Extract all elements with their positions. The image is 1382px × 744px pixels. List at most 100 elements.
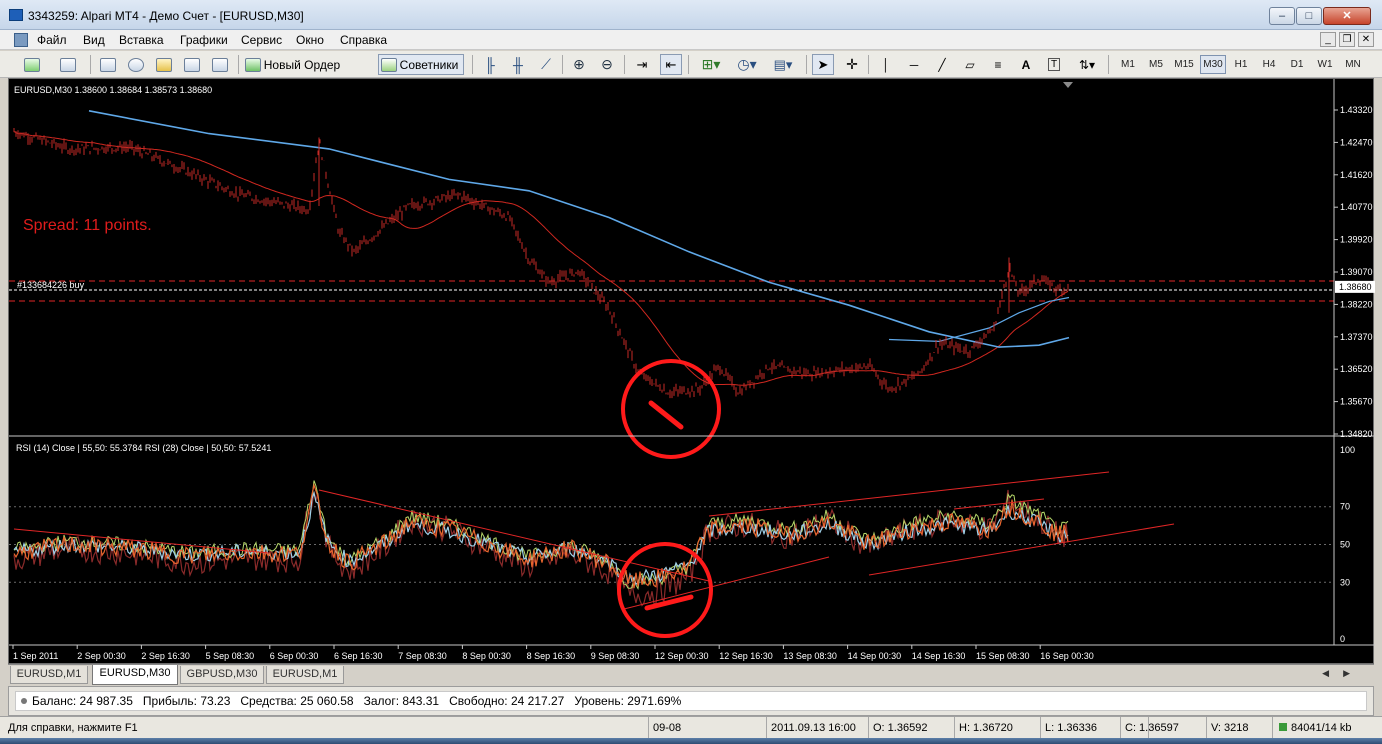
indicators-button[interactable]: ⊞▾ bbox=[696, 54, 726, 75]
tab-eurusd-m1[interactable]: EURUSD,M1 bbox=[10, 666, 88, 684]
experts-button[interactable]: Советники bbox=[378, 54, 464, 75]
maximize-button[interactable]: □ bbox=[1296, 7, 1322, 25]
mdi-restore-icon[interactable]: ❐ bbox=[1339, 32, 1355, 47]
zoom-in-button[interactable]: ⊕ bbox=[569, 54, 589, 75]
margin-level: Уровень: 2971.69% bbox=[574, 694, 682, 708]
status-volume: V: 3218 bbox=[1206, 717, 1270, 739]
text-label-button[interactable]: T bbox=[1044, 54, 1064, 75]
new-chart-button[interactable] bbox=[18, 54, 46, 75]
market-watch-icon bbox=[100, 57, 116, 72]
timeframe-w1[interactable]: W1 bbox=[1313, 55, 1337, 74]
auto-scroll-button[interactable]: ⇤ bbox=[660, 54, 682, 75]
status-close: C: 1.36597 bbox=[1120, 717, 1204, 739]
new-chart-icon bbox=[24, 57, 40, 72]
periods-button[interactable]: ◷▾ bbox=[732, 54, 762, 75]
fibonacci-button[interactable]: ≡ bbox=[988, 54, 1008, 75]
market-watch-button[interactable] bbox=[98, 54, 118, 75]
time-tick-label: 6 Sep 16:30 bbox=[334, 651, 383, 661]
new-order-label: Новый Ордер bbox=[263, 57, 341, 72]
new-order-button[interactable]: Новый Ордер bbox=[244, 54, 344, 75]
time-tick-label: 6 Sep 00:30 bbox=[270, 651, 319, 661]
templates-icon: ▤▾ bbox=[773, 56, 793, 72]
arrows-button[interactable]: ⇅▾ bbox=[1072, 54, 1102, 75]
price-chart[interactable]: 1.43320 1.42470 1.41620 1.40770 1.39920 1.390… bbox=[9, 79, 1375, 665]
horizontal-line-button[interactable]: ─ bbox=[904, 54, 924, 75]
rsi-trendline bbox=[708, 471, 1110, 517]
chart-window[interactable]: 1.43320 1.42470 1.41620 1.40770 1.39920 1.390… bbox=[8, 78, 1375, 665]
timeframe-m30[interactable]: M30 bbox=[1200, 55, 1226, 74]
toolbar-separator bbox=[90, 55, 91, 74]
experts-label: Советники bbox=[399, 57, 459, 72]
price-tick-label: 1.38220 bbox=[1340, 299, 1373, 309]
tab-scroll-arrows-icon[interactable]: ◀▶ bbox=[1322, 668, 1364, 679]
app-icon bbox=[9, 9, 23, 21]
chart-shift-marker-icon[interactable] bbox=[1063, 82, 1073, 88]
timeframe-mn[interactable]: MN bbox=[1341, 55, 1365, 74]
tab-gbpusd-m30[interactable]: GBPUSD,M30 bbox=[180, 666, 264, 684]
text-icon: A bbox=[1021, 57, 1031, 72]
annotations bbox=[13, 359, 1175, 638]
trendline-button[interactable]: ╱ bbox=[932, 54, 952, 75]
candlestick-button[interactable]: ╫ bbox=[508, 54, 528, 75]
tab-eurusd-m1-2[interactable]: EURUSD,M1 bbox=[266, 666, 344, 684]
timeframe-h4[interactable]: H4 bbox=[1257, 55, 1281, 74]
templates-button[interactable]: ▤▾ bbox=[768, 54, 798, 75]
text-button[interactable]: A bbox=[1016, 54, 1036, 75]
chart-tabs: EURUSD,M1 EURUSD,M30 GBPUSD,M30 EURUSD,M… bbox=[8, 664, 1374, 685]
menu-help[interactable]: Справка bbox=[340, 33, 387, 47]
timeframe-h1[interactable]: H1 bbox=[1229, 55, 1253, 74]
strategy-tester-button[interactable] bbox=[210, 54, 230, 75]
rsi-tick-label: 50 bbox=[1340, 540, 1350, 550]
menu-view[interactable]: Вид bbox=[83, 33, 105, 47]
navigator-button[interactable] bbox=[154, 54, 174, 75]
divergence-marker-price bbox=[648, 400, 684, 430]
account-summary[interactable]: Баланс: 24 987.35 Прибыль: 73.23 Средств… bbox=[15, 691, 1367, 711]
highlight-circle-price bbox=[621, 359, 721, 459]
timeframe-m1[interactable]: M1 bbox=[1116, 55, 1140, 74]
time-tick-label: 14 Sep 16:30 bbox=[912, 651, 966, 661]
new-order-icon bbox=[244, 57, 261, 72]
status-connection[interactable]: 84041/14 kb bbox=[1272, 717, 1378, 739]
time-tick-label: 12 Sep 16:30 bbox=[719, 651, 773, 661]
text-label-icon: T bbox=[1047, 58, 1061, 71]
time-tick-label: 7 Sep 08:30 bbox=[398, 651, 447, 661]
timeframe-m5[interactable]: M5 bbox=[1144, 55, 1168, 74]
minimize-button[interactable]: – bbox=[1269, 7, 1295, 25]
status-profile[interactable]: 09-08 bbox=[648, 717, 764, 739]
toolbar: Новый Ордер Советники ╟ ╫ ⟋ ⊕ ⊖ ⇥ ⇤ ⊞▾ ◷… bbox=[0, 51, 1382, 78]
taskbar bbox=[0, 738, 1382, 744]
zoom-out-button[interactable]: ⊖ bbox=[597, 54, 617, 75]
menu-insert[interactable]: Вставка bbox=[119, 33, 164, 47]
child-window-icon[interactable] bbox=[14, 33, 28, 47]
timeframe-m15[interactable]: M15 bbox=[1171, 55, 1197, 74]
menu-charts[interactable]: Графики bbox=[180, 33, 228, 47]
price-tick-label: 1.39920 bbox=[1340, 235, 1373, 245]
close-button[interactable]: ✕ bbox=[1323, 7, 1371, 25]
price-tick-label: 1.42470 bbox=[1340, 137, 1373, 147]
tab-eurusd-m30[interactable]: EURUSD,M30 bbox=[92, 665, 178, 685]
slow-ma-line bbox=[88, 110, 1070, 348]
mdi-close-icon[interactable]: ✕ bbox=[1358, 32, 1374, 47]
rsi14-line bbox=[13, 482, 1069, 589]
menu-tools[interactable]: Сервис bbox=[241, 33, 282, 47]
profiles-button[interactable] bbox=[54, 54, 82, 75]
mdi-minimize-icon[interactable]: _ bbox=[1320, 32, 1336, 47]
data-window-button[interactable] bbox=[126, 54, 146, 75]
time-tick-label: 14 Sep 00:30 bbox=[848, 651, 902, 661]
crosshair-button[interactable]: ✛ bbox=[842, 54, 862, 75]
terminal-button[interactable] bbox=[182, 54, 202, 75]
rsi-indicator bbox=[13, 480, 1069, 607]
equidistant-channel-button[interactable]: ▱ bbox=[960, 54, 980, 75]
bar-chart-button[interactable]: ╟ bbox=[480, 54, 500, 75]
indicators-icon: ⊞▾ bbox=[701, 56, 721, 72]
traffic: 84041/14 kb bbox=[1291, 722, 1352, 734]
chart-shift-button[interactable]: ⇥ bbox=[632, 54, 652, 75]
cursor-button[interactable]: ➤ bbox=[812, 54, 834, 75]
menu-file[interactable]: Файл bbox=[37, 33, 67, 47]
zoom-in-icon: ⊕ bbox=[573, 56, 585, 72]
timeframe-d1[interactable]: D1 bbox=[1285, 55, 1309, 74]
profit: Прибыль: 73.23 bbox=[142, 694, 231, 708]
line-chart-button[interactable]: ⟋ bbox=[536, 54, 556, 75]
vertical-line-button[interactable]: │ bbox=[876, 54, 896, 75]
menu-window[interactable]: Окно bbox=[296, 33, 324, 47]
